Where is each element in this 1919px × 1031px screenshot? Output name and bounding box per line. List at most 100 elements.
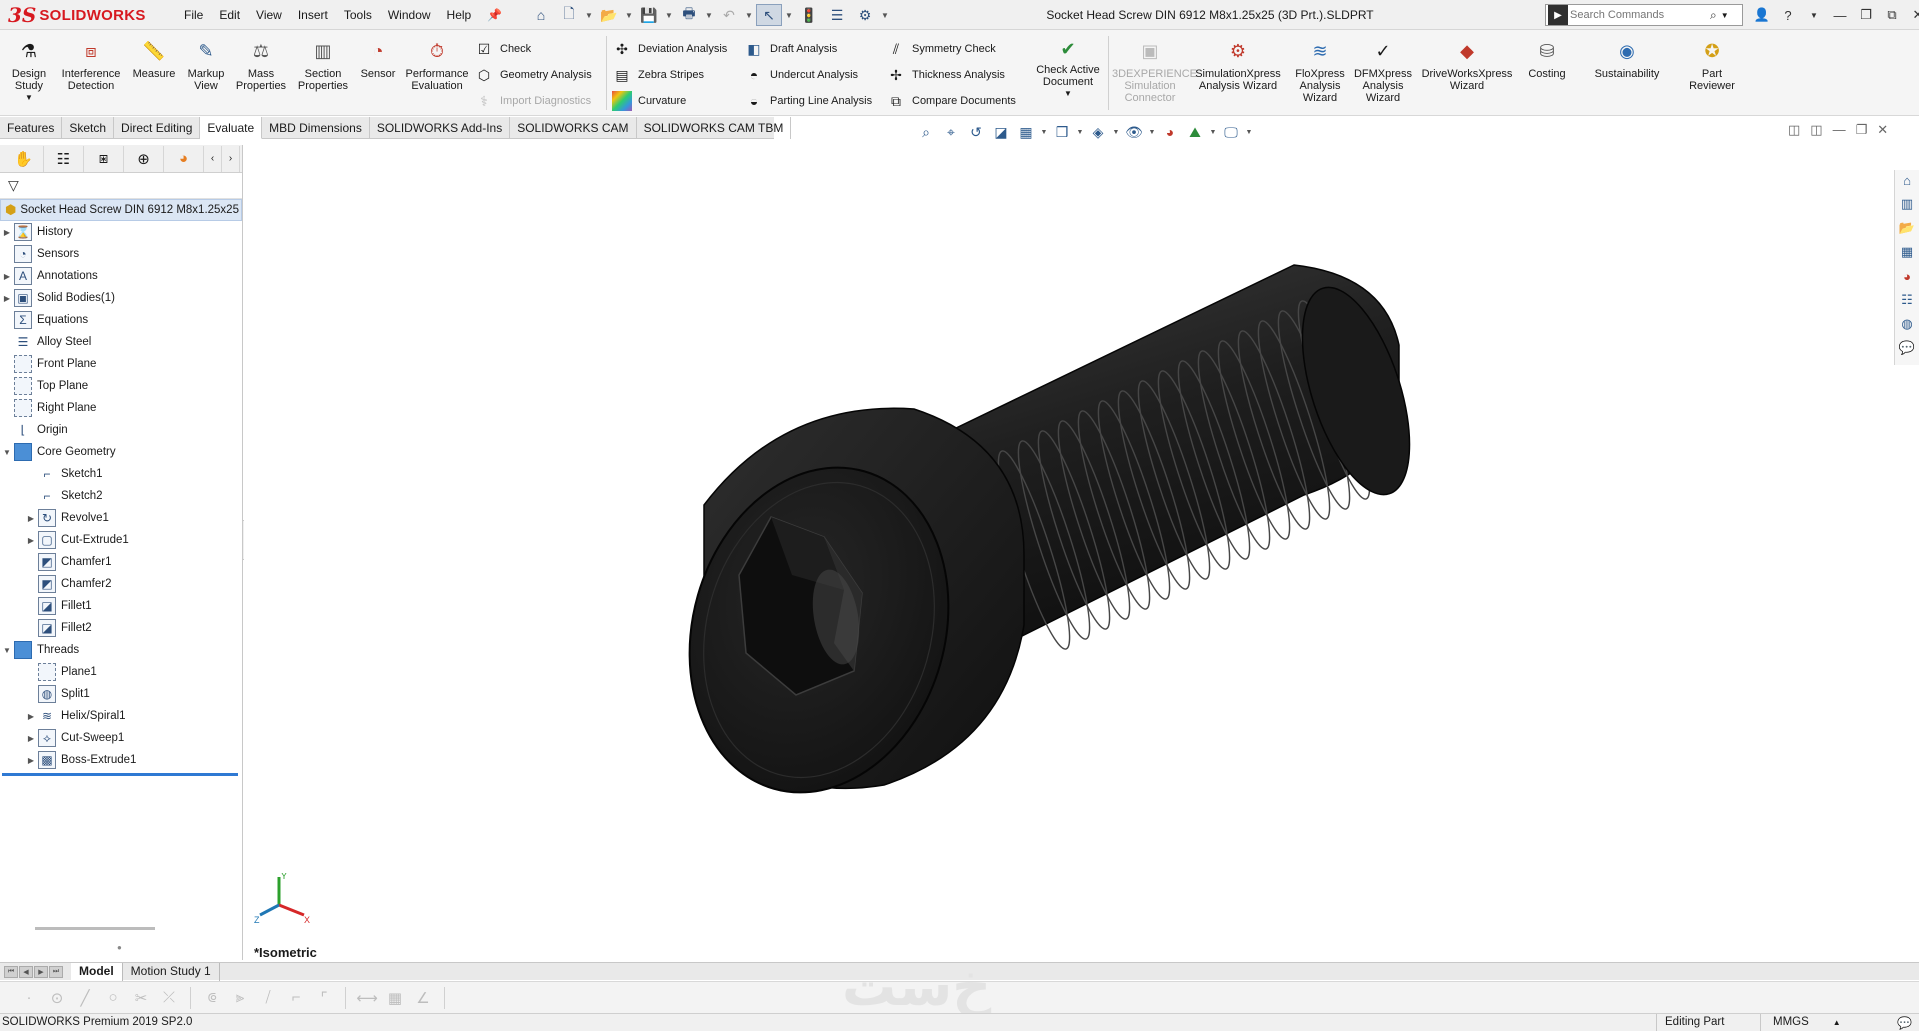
configuration-manager-tab-icon[interactable]: ⧆ <box>84 145 124 172</box>
chevron-down-icon[interactable]: ▼ <box>1112 129 1120 136</box>
tree-item-cut-extrude1[interactable]: ▶ ▢ Cut-Extrude1 <box>0 529 242 551</box>
hide-show-items-icon[interactable]: 👁 <box>1123 122 1145 142</box>
quick-tips-icon[interactable]: 💬 <box>1897 1015 1912 1031</box>
trim-icon[interactable]: ✂ <box>130 987 152 1009</box>
menu-help[interactable]: Help <box>439 8 480 22</box>
open-folder-icon[interactable]: 📂 <box>596 4 622 26</box>
curvature-button[interactable]: Curvature <box>612 88 727 114</box>
symmetry-check-button[interactable]: ⫽ Symmetry Check <box>886 36 1016 62</box>
tree-item-material[interactable]: ☰ Alloy Steel <box>0 331 242 353</box>
horizontal-scrollbar[interactable] <box>35 927 155 930</box>
save-icon[interactable]: 💾 <box>636 4 662 26</box>
simulationxpress-button[interactable]: ⚙ SimulationXpress Analysis Wizard <box>1192 32 1284 114</box>
pin-icon[interactable]: 📌 <box>487 8 502 22</box>
tree-item-equations[interactable]: Σ Equations <box>0 309 242 331</box>
tree-item-core-geometry-folder[interactable]: ▼ Core Geometry <box>0 441 242 463</box>
restore-down-icon[interactable]: ⧉ <box>1882 7 1902 23</box>
deviation-analysis-button[interactable]: ✣ Deviation Analysis <box>612 36 727 62</box>
part-reviewer-button[interactable]: ✪ Part Reviewer <box>1678 32 1746 114</box>
restore-icon[interactable]: ❐ <box>1856 7 1876 23</box>
tree-item-front-plane[interactable]: Front Plane <box>0 353 242 375</box>
part-root-node[interactable]: ⬢ Socket Head Screw DIN 6912 M8x1.25x25 <box>0 199 242 221</box>
chevron-down-icon[interactable]: ▼ <box>624 4 634 26</box>
chevron-down-icon[interactable]: ▼ <box>1040 129 1048 136</box>
expand-arrow-icon[interactable]: ▶ <box>24 712 38 721</box>
draft-analysis-button[interactable]: ◧ Draft Analysis <box>744 36 872 62</box>
tab-solidworks-cam[interactable]: SOLIDWORKS CAM <box>510 117 637 139</box>
driveworksxpress-button[interactable]: ◆ DriveWorksXpress Wizard <box>1418 32 1516 114</box>
sustainability-button[interactable]: ◉ Sustainability <box>1582 32 1672 114</box>
section-view-icon[interactable]: ◪ <box>990 122 1012 142</box>
offset-icon[interactable]: ⟃ <box>201 987 223 1009</box>
solidworks-logo[interactable]: 3S SOLIDWORKS <box>8 3 154 27</box>
chevron-down-icon[interactable]: ▼ <box>664 4 674 26</box>
tree-item-helix-spiral1[interactable]: ▶ ≋ Helix/Spiral1 <box>0 705 242 727</box>
import-diagnostics-button[interactable]: ⚕ Import Diagnostics <box>474 88 592 114</box>
solidworks-resources-home-icon[interactable]: ⌂ <box>1897 170 1917 190</box>
expand-arrow-icon[interactable]: ▶ <box>0 228 14 237</box>
menu-tools[interactable]: Tools <box>336 8 380 22</box>
undercut-analysis-button[interactable]: ◓ Undercut Analysis <box>744 62 872 88</box>
tab-motion-study-1[interactable]: Motion Study 1 <box>123 962 220 981</box>
design-study-button[interactable]: ⚗ Design Study ▼ <box>4 32 54 114</box>
previous-tab-icon[interactable]: ◀ <box>19 965 33 978</box>
circle-icon[interactable]: ○ <box>102 987 124 1009</box>
dfmxpress-button[interactable]: ✓ DFMXpress Analysis Wizard <box>1352 32 1414 114</box>
tab-model[interactable]: Model <box>71 962 123 981</box>
convert-entities-icon[interactable]: ⤫ <box>158 987 180 1009</box>
collapse-arrow-icon[interactable]: ▼ <box>0 448 14 457</box>
undo-icon[interactable]: ↶ <box>716 4 742 26</box>
chevron-down-icon[interactable]: ▼ <box>1148 129 1156 136</box>
tree-item-right-plane[interactable]: Right Plane <box>0 397 242 419</box>
tree-item-fillet2[interactable]: ◪ Fillet2 <box>0 617 242 639</box>
close-icon[interactable]: ✕ <box>1877 122 1888 138</box>
search-mode-icon[interactable]: ▶ <box>1548 5 1568 25</box>
chevron-down-icon[interactable]: ▼ <box>584 4 594 26</box>
tab-mbd-dimensions[interactable]: MBD Dimensions <box>262 117 370 139</box>
property-manager-tab-icon[interactable]: ☷ <box>44 145 84 172</box>
user-icon[interactable]: 👤 <box>1752 7 1772 23</box>
tab-solidworks-cam-tbm[interactable]: SOLIDWORKS CAM TBM <box>637 117 792 139</box>
chevron-down-icon[interactable]: ▼ <box>1209 129 1217 136</box>
tree-item-threads-folder[interactable]: ▼ Threads <box>0 639 242 661</box>
smart-dimension-icon[interactable]: ⟷ <box>356 987 378 1009</box>
grid-icon[interactable]: ▦ <box>384 987 406 1009</box>
chevron-up-icon[interactable]: ▲ <box>1833 1018 1841 1027</box>
chevron-down-icon[interactable]: ▼ <box>784 4 794 26</box>
select-pointer-icon[interactable]: ↖ <box>756 4 782 26</box>
display-manager-tab-icon[interactable]: ◕ <box>164 145 204 172</box>
3dexperience-connector-button[interactable]: ▣ 3DEXPERIENCE Simulation Connector <box>1112 32 1197 114</box>
compare-documents-button[interactable]: ⧉ Compare Documents <box>886 88 1016 114</box>
tab-sketch[interactable]: Sketch <box>62 117 115 139</box>
search-commands[interactable]: ▶ ⌕ ▼ <box>1545 4 1743 26</box>
point-icon[interactable]: · <box>18 987 40 1009</box>
tree-item-sketch2[interactable]: ⌐ Sketch2 <box>0 485 242 507</box>
chevron-down-icon[interactable]: ▼ <box>880 4 890 26</box>
collapse-arrow-icon[interactable]: ▼ <box>0 646 14 655</box>
tree-item-plane1[interactable]: Plane1 <box>0 661 242 683</box>
last-tab-icon[interactable]: ⏭ <box>49 965 63 978</box>
tree-item-cut-sweep1[interactable]: ▶ ⟡ Cut-Sweep1 <box>0 727 242 749</box>
view-orientation-icon[interactable]: ❒ <box>1051 122 1073 142</box>
parting-line-analysis-button[interactable]: ◒ Parting Line Analysis <box>744 88 872 114</box>
unit-system-selector[interactable]: MMGS ▲ <box>1760 1014 1870 1031</box>
feature-manager-tab-icon[interactable]: ✋ <box>4 145 44 172</box>
tree-item-chamfer1[interactable]: ◩ Chamfer1 <box>0 551 242 573</box>
search-icon[interactable]: ⌕ <box>1710 8 1717 23</box>
3dexperience-marketplace-icon[interactable]: 💬 <box>1897 338 1917 358</box>
tree-item-revolve1[interactable]: ▶ ↻ Revolve1 <box>0 507 242 529</box>
mirror-icon[interactable]: ⫸ <box>229 987 251 1009</box>
expand-arrow-icon[interactable]: ▶ <box>0 294 14 303</box>
tree-item-top-plane[interactable]: Top Plane <box>0 375 242 397</box>
tree-item-fillet1[interactable]: ◪ Fillet1 <box>0 595 242 617</box>
check-button[interactable]: ☑ Check <box>474 36 592 62</box>
thickness-analysis-button[interactable]: ✢ Thickness Analysis <box>886 62 1016 88</box>
expand-arrow-icon[interactable]: ▶ <box>0 272 14 281</box>
tree-item-solid-bodies[interactable]: ▶ ▣ Solid Bodies(1) <box>0 287 242 309</box>
previous-view-icon[interactable]: ↺ <box>965 122 987 142</box>
line-icon[interactable]: ╱ <box>74 987 96 1009</box>
tree-item-sensors[interactable]: ◔ Sensors <box>0 243 242 265</box>
mass-properties-button[interactable]: ⚖ Mass Properties <box>232 32 290 114</box>
section-properties-button[interactable]: ▥ Section Properties <box>292 32 354 114</box>
zebra-stripes-button[interactable]: ▤ Zebra Stripes <box>612 62 727 88</box>
